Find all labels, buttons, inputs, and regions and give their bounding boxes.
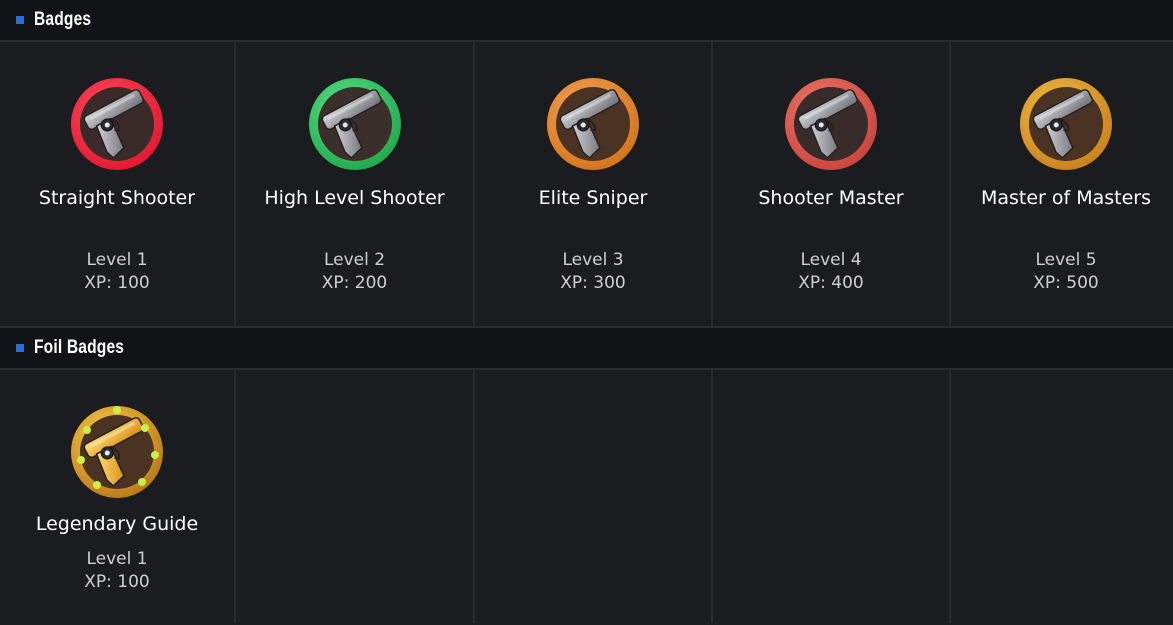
foil-sparkle <box>151 451 159 459</box>
badges-grid: Straight Shooter Level 1 XP: 100 High Le… <box>0 42 1173 328</box>
badge-level: Level 1 <box>86 549 148 569</box>
badge-xp: XP: 200 <box>321 273 388 293</box>
badge-level: Level 3 <box>562 250 624 270</box>
empty-badge-slot <box>475 370 711 623</box>
section-title-badges: Badges <box>34 9 92 30</box>
section-title-foil-badges: Foil Badges <box>34 337 125 358</box>
empty-badge-slot <box>713 370 949 623</box>
badge-meta: Level 2 XP: 200 <box>236 249 473 295</box>
badge-level: Level 1 <box>86 250 148 270</box>
badge-card[interactable]: Legendary Guide Level 1 XP: 100 <box>0 370 234 623</box>
badge-level: Level 2 <box>323 250 386 270</box>
badge-name: Elite Sniper <box>538 187 648 209</box>
section-marker-icon <box>16 344 24 352</box>
badges-section-header: Badges <box>0 0 1173 42</box>
badge-meta: Level 1 XP: 100 <box>0 548 234 594</box>
badge-card[interactable]: Shooter Master Level 4 XP: 400 <box>713 42 949 326</box>
pistol-badge-icon <box>71 78 163 170</box>
foil-sparkle <box>93 481 101 489</box>
foil-badges-grid: Legendary Guide Level 1 XP: 100 <box>0 370 1173 623</box>
badge-level: Level 4 <box>800 250 862 270</box>
badge-name: Legendary Guide <box>35 513 199 535</box>
badge-card[interactable]: High Level Shooter Level 2 XP: 200 <box>236 42 473 326</box>
badge-xp: XP: 400 <box>798 273 864 293</box>
badge-name: Master of Masters <box>980 187 1152 209</box>
foil-sparkle <box>77 456 85 464</box>
pistol-badge-icon <box>547 78 639 170</box>
badge-card[interactable]: Elite Sniper Level 3 XP: 300 <box>475 42 711 326</box>
section-marker-icon <box>16 16 24 24</box>
badge-name: Shooter Master <box>758 187 904 209</box>
pistol-badge-icon <box>785 78 877 170</box>
badge-xp: XP: 100 <box>84 572 150 592</box>
badge-name: Straight Shooter <box>38 187 196 209</box>
badge-card[interactable]: Master of Masters Level 5 XP: 500 <box>951 42 1173 326</box>
pistol-badge-icon <box>308 78 401 170</box>
badge-xp: XP: 500 <box>1033 273 1099 293</box>
badge-xp: XP: 300 <box>560 273 626 293</box>
badge-xp: XP: 100 <box>84 273 150 293</box>
foil-sparkle <box>113 406 121 414</box>
foil-sparkle <box>141 424 149 432</box>
badge-level: Level 5 <box>1035 250 1097 270</box>
foil-sparkle <box>138 478 146 486</box>
foil-badges-section-header: Foil Badges <box>0 328 1173 370</box>
badge-meta: Level 1 XP: 100 <box>0 249 234 295</box>
foil-sparkle <box>83 426 91 434</box>
pistol-badge-icon <box>71 406 163 498</box>
pistol-badge-icon <box>1020 78 1112 170</box>
badge-meta: Level 4 XP: 400 <box>713 249 949 295</box>
empty-badge-slot <box>236 370 473 623</box>
empty-badge-slot <box>951 370 1173 623</box>
badge-meta: Level 5 XP: 500 <box>951 249 1173 295</box>
badge-name: High Level Shooter <box>264 187 445 209</box>
badge-card[interactable]: Straight Shooter Level 1 XP: 100 <box>0 42 234 326</box>
badge-meta: Level 3 XP: 300 <box>475 249 711 295</box>
